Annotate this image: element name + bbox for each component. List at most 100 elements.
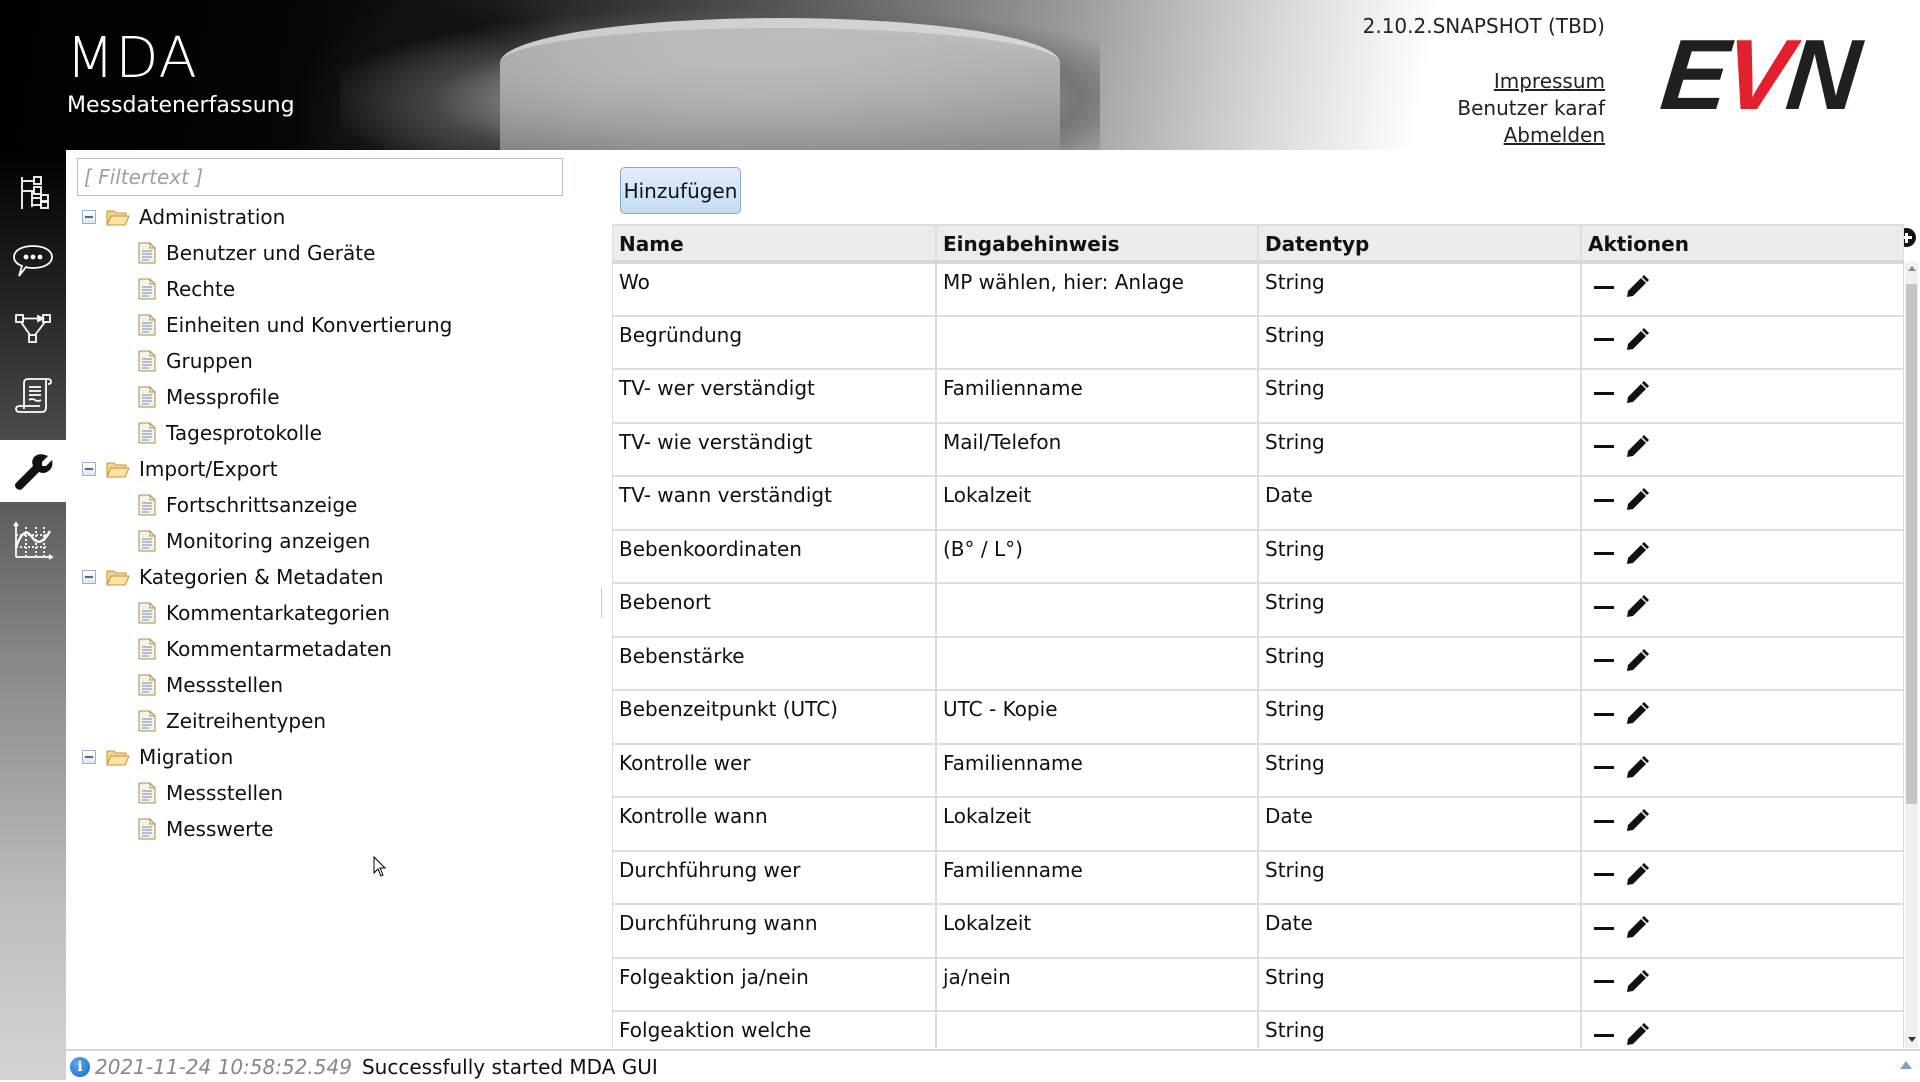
column-header-actions[interactable]: Aktionen <box>1581 224 1904 264</box>
cell-type: Date <box>1258 904 1582 959</box>
table-row[interactable]: Bebenort String <box>613 583 1904 638</box>
cell-name: Kontrolle wer <box>613 743 937 798</box>
tree-item[interactable]: Messwerte <box>138 812 273 846</box>
tree-item[interactable]: Messstellen <box>138 776 283 810</box>
tree-item[interactable]: Benutzer und Geräte <box>138 236 375 270</box>
edit-button[interactable] <box>1624 808 1650 834</box>
column-header-type[interactable]: Datentyp <box>1258 224 1582 264</box>
tree-item[interactable]: Einheiten und Konvertierung <box>138 308 452 342</box>
table-row[interactable]: Begründung String <box>613 315 1904 370</box>
remove-icon <box>1594 766 1614 769</box>
edit-button[interactable] <box>1624 327 1650 353</box>
remove-button[interactable] <box>1594 863 1614 886</box>
remove-button[interactable] <box>1594 435 1614 458</box>
edit-button[interactable] <box>1624 701 1650 727</box>
tree-filter-input[interactable] <box>77 158 563 196</box>
cell-hint: UTC - Kopie <box>936 690 1259 745</box>
tree-item[interactable]: Kommentarmetadaten <box>138 632 392 666</box>
scrollbar-thumb[interactable] <box>1906 284 1917 804</box>
remove-button[interactable] <box>1594 382 1614 405</box>
sidebar-item-administration[interactable] <box>0 440 66 502</box>
remove-button[interactable] <box>1594 703 1614 726</box>
edit-button[interactable] <box>1624 594 1650 620</box>
column-header-name[interactable]: Name <box>613 224 937 264</box>
edit-button[interactable] <box>1624 648 1650 674</box>
tree-folder[interactable]: Kategorien & Metadaten <box>82 560 384 594</box>
cell-actions <box>1581 583 1904 638</box>
tree-item[interactable]: Gruppen <box>138 344 253 378</box>
remove-button[interactable] <box>1594 276 1614 299</box>
tree-item[interactable]: Tagesprotokolle <box>138 416 322 450</box>
cell-name: Folgeaktion welche <box>613 1011 937 1048</box>
edit-button[interactable] <box>1624 274 1650 300</box>
add-button[interactable]: Hinzufügen <box>620 167 741 214</box>
table-row[interactable]: Durchführung wer Familienname String <box>613 850 1904 905</box>
remove-button[interactable] <box>1594 328 1614 351</box>
table-row[interactable]: Bebenkoordinaten (B° / L°) String <box>613 529 1904 584</box>
sidebar-item-charts[interactable] <box>0 510 66 570</box>
sidebar-item-hierarchy[interactable] <box>0 162 66 222</box>
tree-item[interactable]: Zeitreihentypen <box>138 704 326 738</box>
scroll-down-arrow-icon[interactable] <box>1908 1037 1916 1042</box>
edit-button[interactable] <box>1624 915 1650 941</box>
edit-button[interactable] <box>1624 434 1650 460</box>
collapse-toggle-icon[interactable] <box>82 750 96 764</box>
edit-button[interactable] <box>1624 1022 1650 1048</box>
table-row[interactable]: Durchführung wann Lokalzeit Date <box>613 904 1904 959</box>
edit-button[interactable] <box>1624 969 1650 995</box>
edit-button[interactable] <box>1624 755 1650 781</box>
impressum-link[interactable]: Impressum <box>1457 68 1605 95</box>
edit-button[interactable] <box>1624 862 1650 888</box>
edit-button[interactable] <box>1624 487 1650 513</box>
table-row[interactable]: TV- wann verständigt Lokalzeit Date <box>613 476 1904 531</box>
remove-button[interactable] <box>1594 542 1614 565</box>
collapse-toggle-icon[interactable] <box>82 462 96 476</box>
tree-item[interactable]: Messprofile <box>138 380 280 414</box>
tree-item[interactable]: Rechte <box>138 272 235 306</box>
cell-type: String <box>1258 636 1582 691</box>
tree-folder[interactable]: Import/Export <box>82 452 278 486</box>
table-vertical-scrollbar[interactable] <box>1905 262 1918 1048</box>
table-row[interactable]: Folgeaktion welche String <box>613 1011 1904 1048</box>
remove-button[interactable] <box>1594 1024 1614 1047</box>
table-row[interactable]: TV- wer verständigt Familienname String <box>613 369 1904 424</box>
table-row[interactable]: Kontrolle wer Familienname String <box>613 743 1904 798</box>
remove-icon <box>1594 926 1614 930</box>
sidebar-item-workflow[interactable] <box>0 298 66 358</box>
remove-button[interactable] <box>1594 810 1614 833</box>
remove-button[interactable] <box>1594 489 1614 512</box>
remove-button[interactable] <box>1594 917 1614 940</box>
remove-button[interactable] <box>1594 756 1614 779</box>
tree-folder[interactable]: Migration <box>82 740 233 774</box>
cell-name: TV- wer verständigt <box>613 369 937 424</box>
column-header-hint[interactable]: Eingabehinweis <box>936 224 1259 264</box>
sidebar-item-comments[interactable] <box>0 230 66 290</box>
collapse-toggle-icon[interactable] <box>82 570 96 584</box>
tree-item-label: Tagesprotokolle <box>166 421 322 445</box>
table-row[interactable]: Wo MP wählen, hier: Anlage String <box>613 262 1904 317</box>
logout-link[interactable]: Abmelden <box>1457 122 1605 149</box>
table-row[interactable]: Bebenstärke String <box>613 636 1904 691</box>
tree-item[interactable]: Kommentarkategorien <box>138 596 390 630</box>
tree-item[interactable]: Monitoring anzeigen <box>138 524 370 558</box>
tree-folder[interactable]: Administration <box>82 200 285 234</box>
document-icon <box>138 350 156 372</box>
sidebar-item-protocol[interactable] <box>0 366 66 426</box>
remove-button[interactable] <box>1594 596 1614 619</box>
scroll-document-icon <box>15 378 52 413</box>
collapse-toggle-icon[interactable] <box>82 210 96 224</box>
table-row[interactable]: Bebenzeitpunkt (UTC) UTC - Kopie String <box>613 690 1904 745</box>
cell-hint <box>936 636 1259 691</box>
table-row[interactable]: TV- wie verständigt Mail/Telefon String <box>613 422 1904 477</box>
remove-button[interactable] <box>1594 970 1614 993</box>
edit-button[interactable] <box>1624 380 1650 406</box>
scroll-up-arrow-icon[interactable] <box>1908 266 1916 271</box>
remove-button[interactable] <box>1594 649 1614 672</box>
tree-item[interactable]: Fortschrittsanzeige <box>138 488 357 522</box>
table-row[interactable]: Kontrolle wann Lokalzeit Date <box>613 797 1904 852</box>
table-row[interactable]: Folgeaktion ja/nein ja/nein String <box>613 957 1904 1012</box>
expand-log-arrow-icon[interactable] <box>1900 1061 1912 1069</box>
edit-button[interactable] <box>1624 541 1650 567</box>
tree-item[interactable]: Messstellen <box>138 668 283 702</box>
panel-splitter[interactable] <box>601 588 602 618</box>
